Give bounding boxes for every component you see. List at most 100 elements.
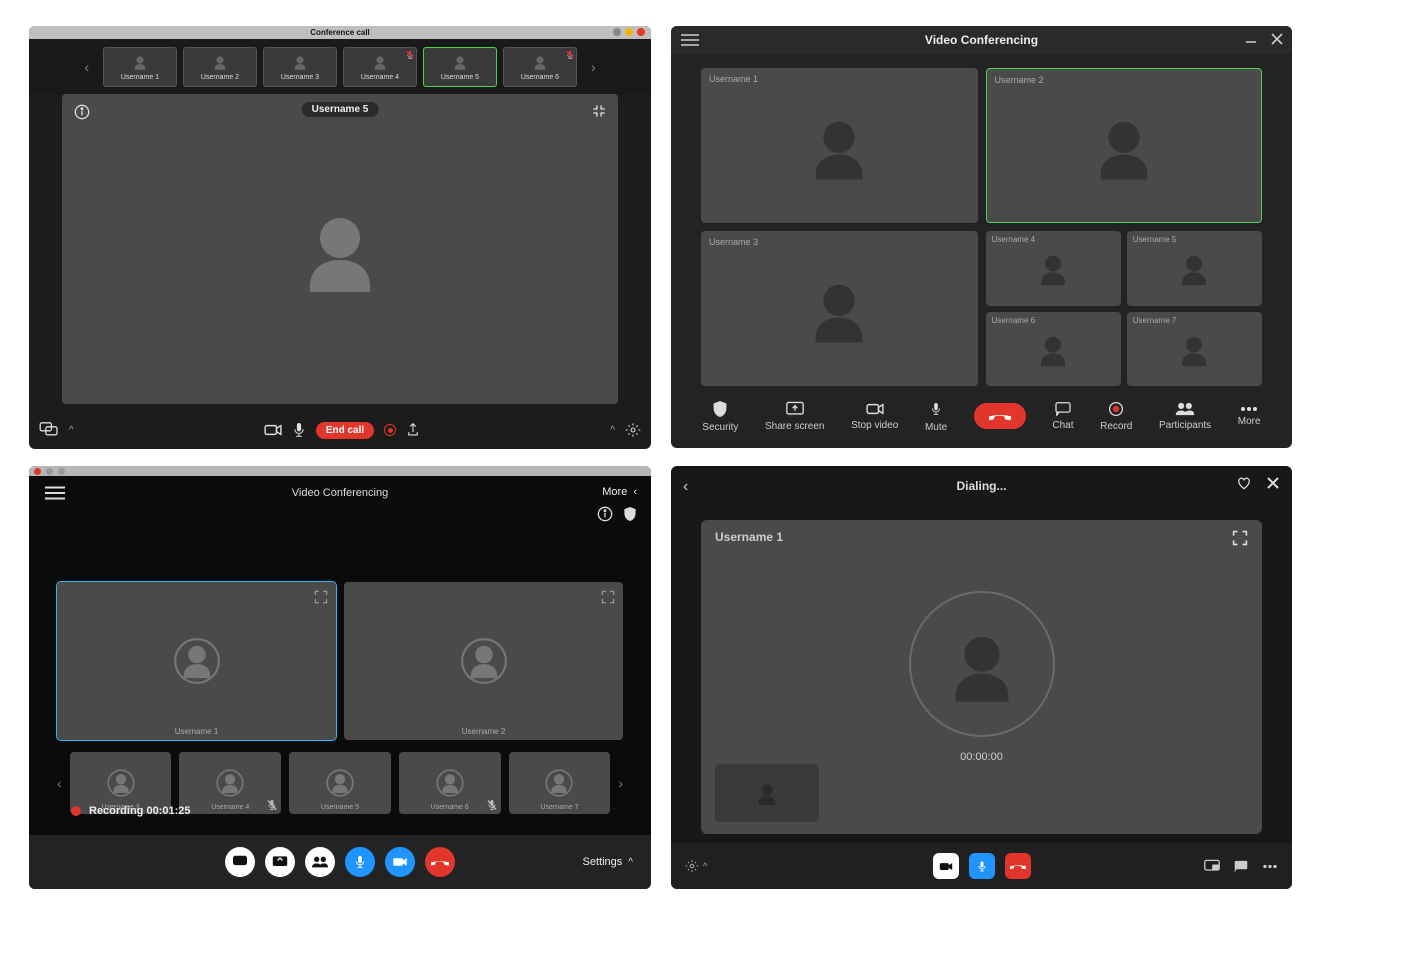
share-icon[interactable] — [406, 422, 420, 438]
participant-thumb[interactable]: Username 4 — [343, 47, 417, 87]
avatar-icon — [211, 52, 229, 72]
hamburger-icon[interactable] — [45, 486, 65, 500]
record-button[interactable] — [384, 424, 396, 436]
chevron-up-icon[interactable]: ^ — [69, 425, 74, 436]
security-button[interactable]: Security — [702, 400, 738, 433]
maximize-dot[interactable] — [58, 468, 65, 475]
thumb-label: Username 4 — [361, 74, 399, 81]
gear-icon[interactable] — [625, 422, 641, 438]
participant-strip-tile[interactable]: Username 7 — [509, 752, 611, 814]
video-button[interactable] — [933, 853, 959, 879]
fullscreen-icon[interactable] — [1232, 530, 1248, 546]
heart-icon[interactable] — [1236, 476, 1252, 490]
participant-strip: ‹ Username 3Username 4Username 5Username… — [29, 746, 651, 814]
video-icon[interactable] — [264, 423, 282, 437]
avatar-icon — [434, 766, 466, 800]
participant-tile-small[interactable]: Username 4 — [986, 231, 1121, 306]
participants-button[interactable]: Participants — [1159, 402, 1211, 431]
close-icon[interactable] — [1270, 32, 1284, 46]
chat-icon[interactable] — [1234, 859, 1248, 873]
minimize-dot[interactable] — [46, 468, 53, 475]
settings-button[interactable]: ^ — [685, 859, 707, 873]
avatar-icon — [324, 766, 356, 800]
chat-icon[interactable] — [39, 422, 59, 438]
expand-icon[interactable] — [314, 590, 328, 604]
avatar-icon — [290, 194, 390, 304]
participant-thumb[interactable]: Username 1 — [103, 47, 177, 87]
more-icon[interactable] — [1262, 859, 1278, 873]
chat-button[interactable] — [225, 847, 255, 877]
participant-thumb[interactable]: Username 3 — [263, 47, 337, 87]
participant-tile[interactable]: Username 1 — [701, 68, 978, 223]
mic-button[interactable] — [969, 853, 995, 879]
exit-fullscreen-icon[interactable] — [592, 104, 606, 118]
stop-video-button[interactable]: Stop video — [851, 402, 898, 431]
participant-thumb[interactable]: Username 2 — [183, 47, 257, 87]
expand-icon[interactable] — [601, 590, 615, 604]
close-dot[interactable] — [34, 468, 41, 475]
participant-tile[interactable]: Username 3 — [701, 231, 978, 386]
tile-label: Username 6 — [992, 316, 1036, 325]
window-controls — [613, 28, 645, 36]
conference-call-window: Conference call ‹ Username 1Username 2Us… — [29, 26, 651, 449]
participant-tile[interactable]: Username 2 — [344, 582, 623, 740]
video-grid: Username 1 Username 2 Username 3 Usernam… — [671, 54, 1292, 392]
thumb-label: Username 3 — [281, 74, 319, 81]
participant-tile-active[interactable]: Username 1 — [57, 582, 336, 740]
end-call-button[interactable]: End call — [316, 422, 374, 439]
strip-next-button[interactable]: › — [618, 775, 623, 791]
minimize-icon[interactable] — [1244, 32, 1258, 46]
participant-tile-small[interactable]: Username 7 — [1127, 312, 1262, 387]
participant-tile-active[interactable]: Username 2 — [986, 68, 1263, 223]
maximize-dot[interactable] — [625, 28, 633, 36]
main-video-stage: Username 5 — [62, 94, 618, 404]
info-icon[interactable] — [74, 104, 90, 120]
info-icon[interactable] — [597, 506, 613, 522]
participants-button[interactable] — [305, 847, 335, 877]
tile-label: Username 2 — [462, 727, 506, 736]
avatar-icon — [800, 266, 878, 352]
close-icon[interactable] — [1266, 476, 1280, 490]
share-screen-button[interactable]: Share screen — [765, 401, 824, 432]
hang-up-button[interactable] — [425, 847, 455, 877]
share-screen-button[interactable] — [265, 847, 295, 877]
avatar-icon — [171, 633, 223, 689]
record-button[interactable]: Record — [1100, 401, 1132, 432]
back-button[interactable]: ‹ — [683, 478, 688, 496]
chevron-up-icon[interactable]: ^ — [610, 425, 615, 436]
recording-label: Recording 00:01:25 — [89, 805, 190, 817]
close-dot[interactable] — [637, 28, 645, 36]
titlebar — [29, 466, 651, 476]
participant-thumb[interactable]: Username 5 — [423, 47, 497, 87]
minimize-dot[interactable] — [613, 28, 621, 36]
thumb-prev-button[interactable]: ‹ — [76, 59, 97, 75]
hang-up-button[interactable] — [1005, 853, 1031, 879]
more-button[interactable]: More‹ — [602, 486, 637, 498]
participant-tile-small[interactable]: Username 6 — [986, 312, 1121, 387]
mute-button[interactable]: Mute — [925, 400, 947, 433]
mic-button[interactable] — [345, 847, 375, 877]
hamburger-icon[interactable] — [681, 34, 699, 46]
strip-prev-button[interactable]: ‹ — [57, 775, 62, 791]
chat-button[interactable]: Chat — [1052, 402, 1073, 431]
participant-tile-small[interactable]: Username 5 — [1127, 231, 1262, 306]
shield-icon[interactable] — [623, 506, 637, 522]
mic-icon[interactable] — [292, 421, 306, 439]
participant-strip-tile[interactable]: Username 5 — [289, 752, 391, 814]
avatar-icon — [458, 633, 510, 689]
participant-strip-tile[interactable]: Username 4 — [179, 752, 281, 814]
thumb-label: Username 6 — [521, 74, 559, 81]
video-button[interactable] — [385, 847, 415, 877]
settings-button[interactable]: Settings^ — [583, 856, 633, 868]
cast-icon[interactable] — [1204, 859, 1220, 873]
tile-label: Username 4 — [211, 804, 249, 811]
participant-thumb[interactable]: Username 6 — [503, 47, 577, 87]
participant-strip-tile[interactable]: Username 6 — [399, 752, 501, 814]
tile-label: Username 4 — [992, 235, 1036, 244]
self-view-pip[interactable] — [715, 764, 819, 822]
thumb-next-button[interactable]: › — [583, 59, 604, 75]
more-button[interactable]: More — [1238, 406, 1261, 427]
thumb-label: Username 5 — [441, 74, 479, 81]
hang-up-button[interactable] — [974, 403, 1026, 429]
header: Video Conferencing More‹ — [29, 476, 651, 510]
